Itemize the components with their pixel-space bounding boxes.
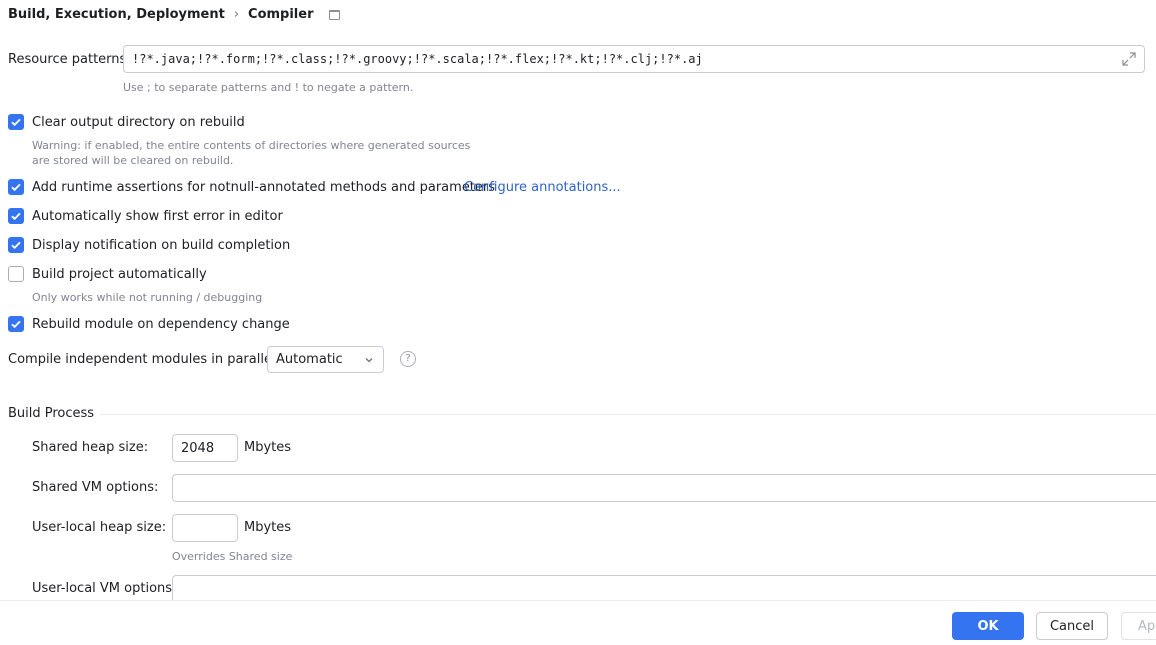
notify-build-label[interactable]: Display notification on build completion bbox=[32, 237, 290, 254]
user-heap-hint: Overrides Shared size bbox=[172, 550, 293, 563]
clear-output-warning-line1: Warning: if enabled, the entire contents… bbox=[32, 139, 471, 152]
clear-output-checkbox[interactable] bbox=[8, 114, 24, 130]
parallel-dropdown[interactable]: Automatic bbox=[267, 346, 384, 373]
shared-heap-input[interactable]: 2048 bbox=[172, 434, 238, 462]
resource-patterns-hint: Use ; to separate patterns and ! to nega… bbox=[123, 81, 414, 94]
runtime-assertions-checkbox[interactable] bbox=[8, 179, 24, 195]
shared-vm-input[interactable] bbox=[172, 474, 1156, 502]
breadcrumb-current: Compiler bbox=[248, 7, 314, 22]
section-divider bbox=[100, 414, 1156, 415]
resource-patterns-input[interactable]: !?*.java;!?*.form;!?*.class;!?*.groovy;!… bbox=[123, 45, 1145, 73]
checkmark-icon bbox=[11, 212, 21, 221]
apply-button[interactable]: Ap bbox=[1121, 612, 1156, 640]
show-first-error-label[interactable]: Automatically show first error in editor bbox=[32, 208, 283, 225]
user-heap-label: User-local heap size: bbox=[32, 520, 167, 535]
build-auto-hint: Only works while not running / debugging bbox=[32, 291, 263, 304]
ok-button[interactable]: OK bbox=[952, 612, 1024, 640]
breadcrumb: Build, Execution, Deployment › Compiler bbox=[8, 6, 340, 24]
user-heap-input[interactable] bbox=[172, 514, 238, 542]
help-icon[interactable]: ? bbox=[400, 351, 416, 367]
cancel-button[interactable]: Cancel bbox=[1036, 612, 1108, 640]
checkmark-icon bbox=[11, 241, 21, 250]
clear-output-label[interactable]: Clear output directory on rebuild bbox=[32, 114, 245, 131]
build-auto-label[interactable]: Build project automatically bbox=[32, 266, 207, 283]
rebuild-module-checkbox[interactable] bbox=[8, 316, 24, 332]
user-vm-input[interactable] bbox=[172, 575, 1156, 603]
breadcrumb-parent[interactable]: Build, Execution, Deployment bbox=[8, 6, 225, 24]
window-icon[interactable] bbox=[328, 10, 340, 20]
build-process-title: Build Process bbox=[8, 406, 95, 421]
notify-build-checkbox[interactable] bbox=[8, 237, 24, 253]
shared-heap-label: Shared heap size: bbox=[32, 440, 149, 455]
configure-annotations-link[interactable]: Configure annotations... bbox=[464, 179, 621, 196]
clear-output-warning-line2: are stored will be cleared on rebuild. bbox=[32, 154, 234, 167]
show-first-error-checkbox[interactable] bbox=[8, 208, 24, 224]
breadcrumb-separator: › bbox=[233, 7, 240, 22]
dialog-footer: OK Cancel Ap bbox=[0, 600, 1156, 645]
parallel-selected: Automatic bbox=[276, 352, 343, 367]
resource-patterns-value: !?*.java;!?*.form;!?*.class;!?*.groovy;!… bbox=[132, 52, 703, 66]
shared-heap-unit: Mbytes bbox=[244, 440, 292, 455]
shared-heap-value: 2048 bbox=[181, 440, 215, 456]
parallel-label: Compile independent modules in parallel: bbox=[8, 352, 280, 367]
chevron-down-icon bbox=[365, 358, 373, 363]
user-heap-unit: Mbytes bbox=[244, 520, 292, 535]
rebuild-module-label[interactable]: Rebuild module on dependency change bbox=[32, 316, 290, 333]
shared-vm-label: Shared VM options: bbox=[32, 480, 159, 495]
build-auto-checkbox[interactable] bbox=[8, 266, 24, 282]
resource-patterns-label: Resource patterns: bbox=[8, 52, 131, 67]
checkmark-icon bbox=[11, 320, 21, 329]
checkmark-icon bbox=[11, 183, 21, 192]
expand-icon[interactable] bbox=[1122, 52, 1136, 66]
user-vm-label: User-local VM options: bbox=[32, 581, 177, 596]
checkmark-icon bbox=[11, 118, 21, 127]
runtime-assertions-label[interactable]: Add runtime assertions for notnull-annot… bbox=[32, 179, 495, 196]
